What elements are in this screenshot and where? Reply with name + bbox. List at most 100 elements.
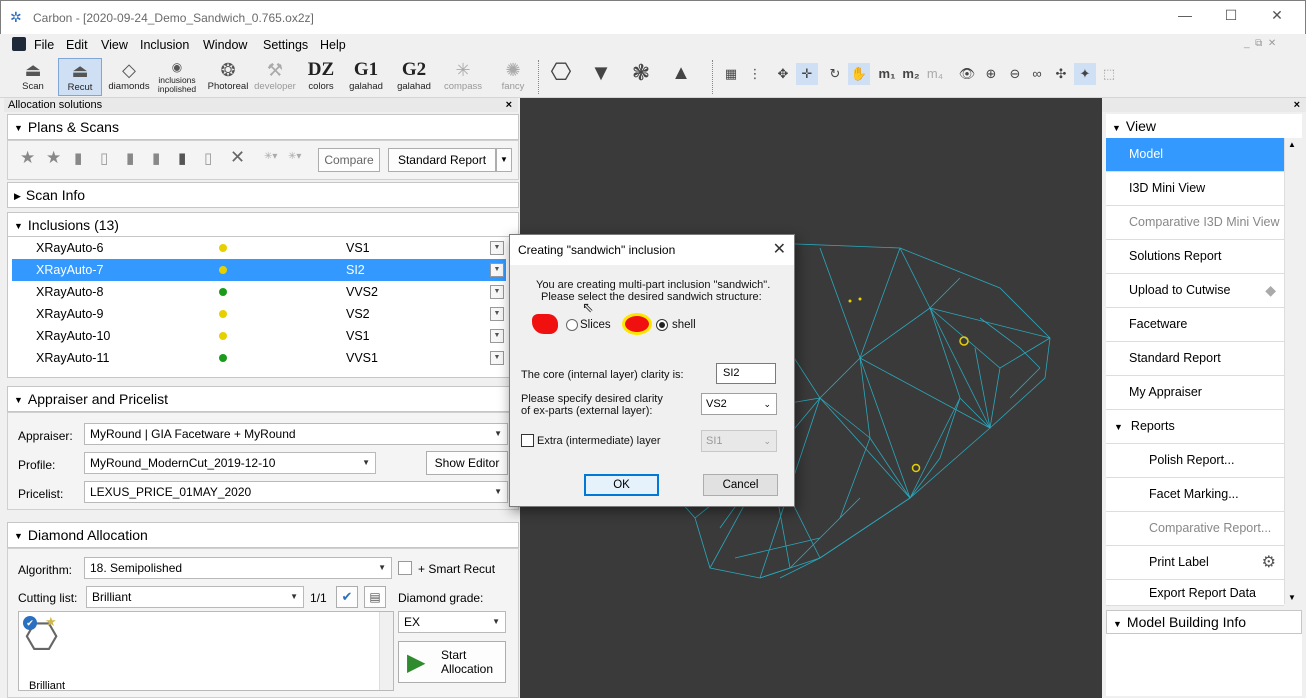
hand-icon[interactable]: ✋ <box>848 63 870 85</box>
mdi-controls[interactable]: _ ⧉ ✕ <box>1244 38 1276 49</box>
minimize-icon[interactable]: — <box>1165 7 1205 23</box>
bookmark-filled-icon[interactable]: ▮ <box>178 149 186 167</box>
report-item-polish[interactable]: Polish Report... <box>1106 444 1284 478</box>
bookmark-outline-icon[interactable]: ▯ <box>204 149 212 167</box>
m4-icon[interactable]: m₄ <box>924 63 946 85</box>
gear-icon[interactable]: ⚙ <box>1262 546 1276 579</box>
scan-button[interactable]: ⏏ Scan <box>14 58 52 96</box>
report-item-print-label[interactable]: Print Label ⚙ <box>1106 546 1284 580</box>
vertical-dots-icon[interactable]: ⋮ <box>744 63 766 85</box>
inclusion-row[interactable]: XRayAuto-10 VS1 ▼ <box>12 325 506 347</box>
grid-view-icon[interactable]: ▦ <box>720 63 742 85</box>
ok-button[interactable]: OK <box>584 474 659 496</box>
view-item-model[interactable]: Model <box>1106 138 1284 172</box>
core-clarity-field[interactable]: SI2 <box>716 363 776 384</box>
smart-recut-checkbox[interactable] <box>398 561 412 575</box>
inclusion-row[interactable]: XRayAuto-8 VVS2 ▼ <box>12 281 506 303</box>
move-icon[interactable]: ✥ <box>772 63 794 85</box>
profile-select[interactable]: MyRound_ModernCut_2019-12-10 ▼ <box>84 452 376 474</box>
view-panel-scrollbar[interactable]: ▲ ▼ <box>1284 138 1298 604</box>
inclusion-row[interactable]: XRayAuto-6 VS1 ▼ <box>12 237 506 259</box>
zoom-in-icon[interactable]: ⊕ <box>980 63 1002 85</box>
thumbnails-scrollbar[interactable] <box>379 612 393 690</box>
list-icon[interactable]: ▤ <box>364 586 386 608</box>
pricelist-select[interactable]: LEXUS_PRICE_01MAY_2020 ▼ <box>84 481 508 503</box>
cutting-thumbnails[interactable]: ⎔ ✔ ★ Brilliant <box>18 611 394 691</box>
close-icon[interactable]: ✕ <box>1257 7 1297 24</box>
pan-icon[interactable]: ✛ <box>796 63 818 85</box>
view-section-header[interactable]: ▼ View <box>1106 114 1302 138</box>
bookmark-outline-icon[interactable]: ▯ <box>100 149 108 167</box>
inclusion-row-selected[interactable]: XRayAuto-7 SI2 ▼ <box>12 259 506 281</box>
menu-settings[interactable]: Settings <box>263 38 308 52</box>
slices-radio[interactable] <box>566 319 578 331</box>
delete-x-icon[interactable]: ✕ <box>230 147 245 168</box>
diamonds-button[interactable]: ◇ diamonds <box>106 58 152 96</box>
inclusion-row[interactable]: XRayAuto-11 VVS1 ▼ <box>12 347 506 369</box>
view-item-facetware[interactable]: Facetware <box>1106 308 1284 342</box>
photoreal-button[interactable]: ❂ Photoreal <box>204 58 252 96</box>
standard-report-dropdown[interactable]: ▼ <box>496 148 512 172</box>
zoom-out-icon[interactable]: ⊖ <box>1004 63 1026 85</box>
select-region-icon[interactable]: ⬚ <box>1098 63 1120 85</box>
rotate-icon[interactable]: ↻ <box>824 63 846 85</box>
algorithm-select[interactable]: 18. Semipolished ▼ <box>84 557 392 579</box>
appraiser-select[interactable]: MyRound | GIA Facetware + MyRound ▼ <box>84 423 508 445</box>
menu-view[interactable]: View <box>101 38 128 52</box>
view-eye-icon[interactable]: 👁 <box>956 63 978 85</box>
standard-report-button[interactable]: Standard Report <box>388 148 496 172</box>
ex-clarity-select[interactable]: VS2 ⌄ <box>701 393 777 415</box>
g2-galahad-button[interactable]: G2 galahad <box>396 58 432 96</box>
inclusions-header[interactable]: ▼ Inclusions (13) <box>7 212 519 238</box>
menu-window[interactable]: Window <box>203 38 247 52</box>
start-allocation-button[interactable]: ▶ Start Allocation <box>398 641 506 683</box>
cancel-button[interactable]: Cancel <box>703 474 778 496</box>
report-item-facet-marking[interactable]: Facet Marking... <box>1106 478 1284 512</box>
menu-inclusion[interactable]: Inclusion <box>140 38 189 52</box>
inclusions-button[interactable]: ◉ inclusions inpolished <box>154 58 200 96</box>
recut-button[interactable]: ⏏ Recut <box>58 58 102 96</box>
fancy-button[interactable]: ✺ fancy <box>496 58 530 96</box>
diamond-bottom-view-icon[interactable]: ❃ <box>630 62 652 84</box>
report-item-comparative[interactable]: Comparative Report... <box>1106 512 1284 546</box>
app-menu-icon[interactable] <box>12 37 26 51</box>
report-item-export-data[interactable]: Export Report Data <box>1106 580 1284 606</box>
crosshair-icon[interactable]: ✦ <box>1074 63 1096 85</box>
reports-section-header[interactable]: ▼ Reports <box>1106 410 1284 444</box>
menu-help[interactable]: Help <box>320 38 346 52</box>
bookmark-icon[interactable]: ▮ <box>152 149 160 167</box>
menu-edit[interactable]: Edit <box>66 38 88 52</box>
diamond-profile-view-icon[interactable]: ▲ <box>670 62 692 84</box>
compare-button[interactable]: Compare <box>318 148 380 172</box>
appraiser-pricelist-header[interactable]: ▼ Appraiser and Pricelist <box>7 386 519 412</box>
maximize-icon[interactable]: ☐ <box>1211 7 1251 24</box>
scan-info-header[interactable]: ▶ Scan Info <box>7 182 519 208</box>
add-icon[interactable]: ✳▾ <box>264 151 277 162</box>
diamond-top-view-icon[interactable]: ⎔ <box>550 61 572 85</box>
menu-file[interactable]: File <box>34 38 54 52</box>
show-editor-button[interactable]: Show Editor <box>426 451 508 475</box>
panel-close-icon[interactable]: × <box>1294 98 1300 112</box>
diamond-grade-select[interactable]: EX ▼ <box>398 611 506 633</box>
view-item-comparative-i3d[interactable]: Comparative I3D Mini View <box>1106 206 1284 240</box>
bookmark-icon[interactable]: ▮ <box>126 149 134 167</box>
star-half-icon[interactable]: ★ <box>46 148 61 168</box>
view-item-i3d-mini-view[interactable]: I3D Mini View <box>1106 172 1284 206</box>
m2-icon[interactable]: m₂ <box>900 63 922 85</box>
dialog-close-icon[interactable]: ✕ <box>773 235 786 265</box>
arrows-icon[interactable]: ✣ <box>1050 63 1072 85</box>
check-icon[interactable]: ✔ <box>336 586 358 608</box>
m1-icon[interactable]: m₁ <box>876 63 898 85</box>
developer-button[interactable]: ⚒ developer <box>254 58 296 96</box>
plans-scans-header[interactable]: ▼ Plans & Scans <box>7 114 519 140</box>
view-item-upload-cutwise[interactable]: Upload to Cutwise ◆ <box>1106 274 1284 308</box>
g1-galahad-button[interactable]: G1 galahad <box>348 58 384 96</box>
compass-button[interactable]: ✳ compass <box>442 58 484 96</box>
binoculars-icon[interactable]: ∞ <box>1026 63 1048 85</box>
view-item-my-appraiser[interactable]: My Appraiser <box>1106 376 1284 410</box>
diamond-side-view-icon[interactable]: ▼ <box>590 62 612 84</box>
view-item-solutions-report[interactable]: Solutions Report <box>1106 240 1284 274</box>
panel-close-icon[interactable]: × <box>506 98 512 112</box>
diamond-allocation-header[interactable]: ▼ Diamond Allocation <box>7 522 519 548</box>
extra-layer-select[interactable]: SI1 ⌄ <box>701 430 777 452</box>
